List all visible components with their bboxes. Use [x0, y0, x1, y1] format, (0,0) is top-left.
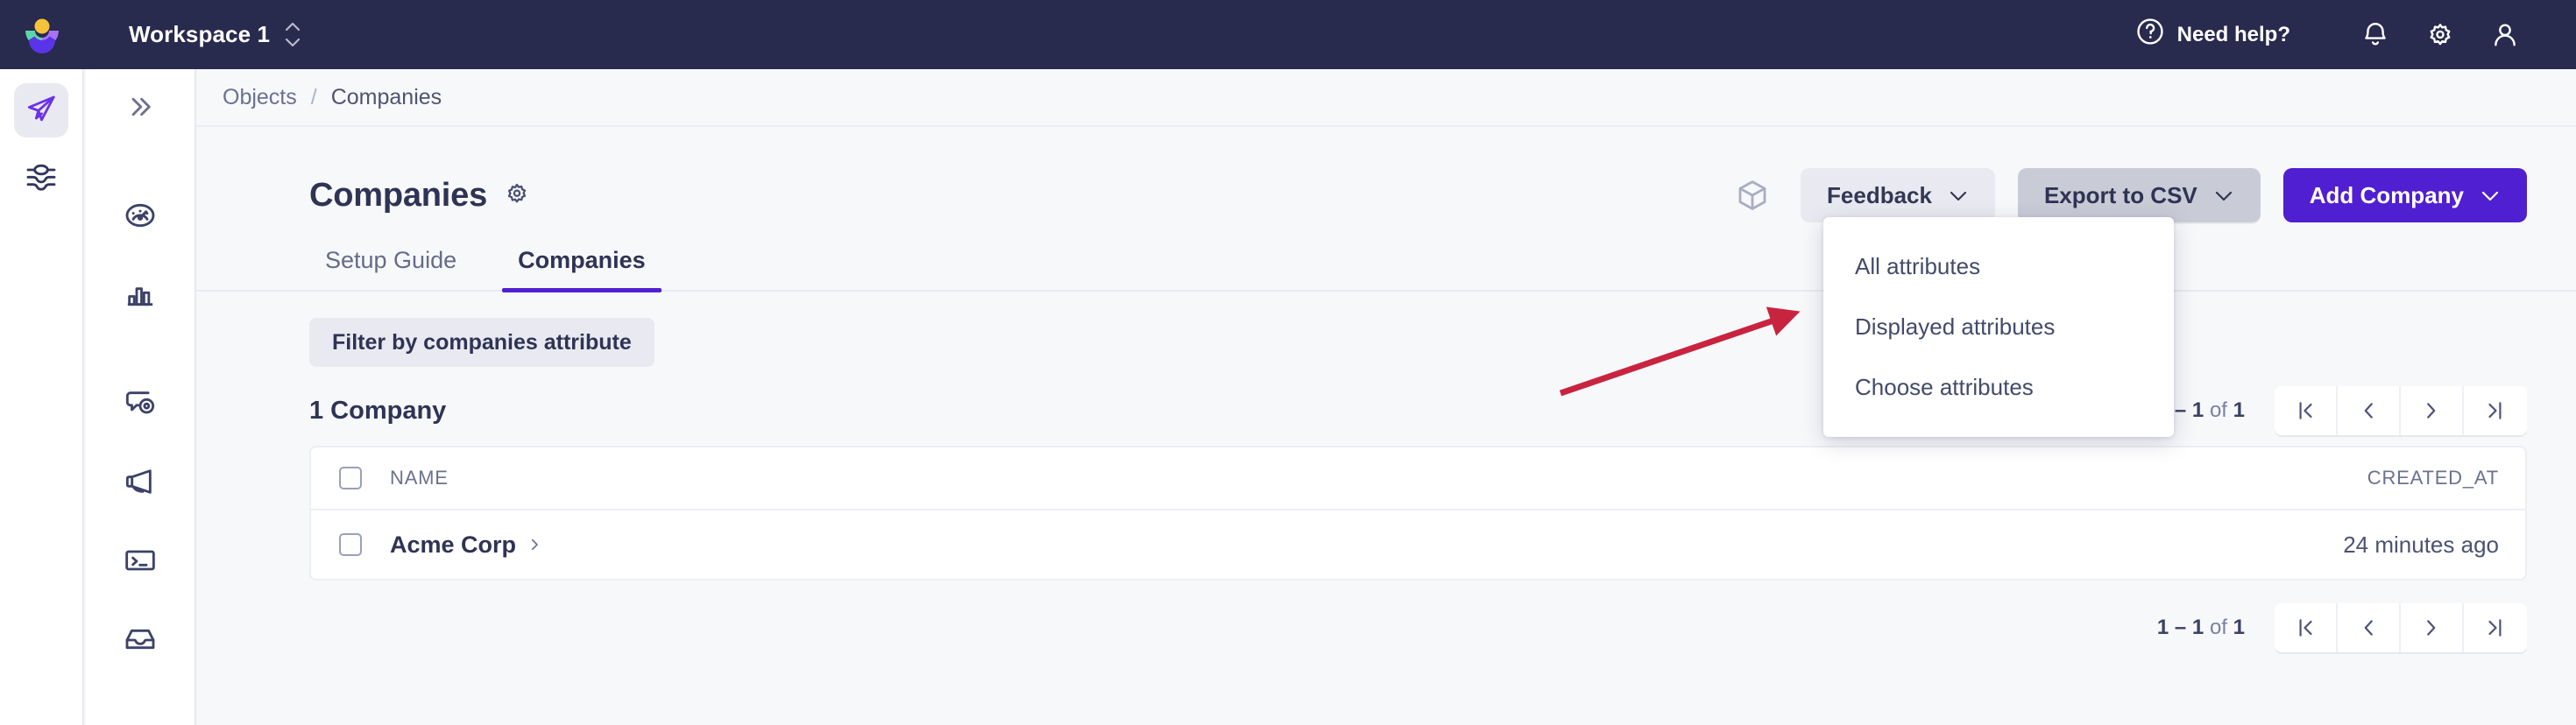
company-name-text: Acme Corp	[390, 531, 517, 558]
sidebar-item-conversations[interactable]	[85, 365, 195, 444]
select-all-checkbox-cell	[311, 467, 390, 489]
chevron-up-down-icon[interactable]	[284, 22, 301, 47]
tab-setup-guide[interactable]: Setup Guide	[309, 247, 472, 290]
menu-item-all-attributes[interactable]: All attributes	[1823, 236, 2174, 297]
page-info-bottom: 1 – 1 of 1	[2157, 616, 2245, 640]
menu-item-choose-attributes[interactable]: Choose attributes	[1823, 357, 2174, 418]
app-root: Workspace 1 Need help? Objects / Compani…	[0, 0, 2576, 725]
pagination-bottom	[2275, 603, 2527, 652]
select-all-checkbox[interactable]	[339, 467, 362, 489]
cell-company-name[interactable]: Acme Corp	[390, 531, 2157, 559]
question-circle-icon	[2135, 17, 2165, 53]
next-page-icon[interactable]	[2401, 603, 2464, 652]
tab-bar: Setup Guide Companies	[196, 225, 2576, 292]
need-help-label: Need help?	[2176, 22, 2290, 46]
secondary-sidebar	[86, 69, 196, 725]
companies-table: NAME CREATED_AT Acme Corp 24 minutes ago	[309, 446, 2527, 581]
tab-companies[interactable]: Companies	[502, 247, 662, 292]
export-to-csv-button[interactable]: Export to CSV	[2017, 168, 2261, 222]
filter-by-companies-attribute-button[interactable]: Filter by companies attribute	[309, 318, 655, 367]
main-content: Objects / Companies Companies Feedback E…	[196, 69, 2576, 725]
prev-page-icon[interactable]	[2338, 386, 2401, 435]
table-row[interactable]: Acme Corp 24 minutes ago	[311, 510, 2525, 579]
bar-chart-icon	[123, 277, 158, 316]
page-info-of: of	[2209, 398, 2227, 422]
user-icon[interactable]	[2473, 9, 2537, 61]
first-page-icon[interactable]	[2275, 603, 2338, 652]
page-header: Companies Feedback Export to CSV Add Com…	[196, 127, 2576, 225]
breadcrumb-current: Companies	[330, 84, 442, 109]
next-page-icon[interactable]	[2401, 386, 2464, 435]
add-company-button[interactable]: Add Company	[2282, 168, 2527, 222]
sidebar-expand-button[interactable]	[85, 69, 195, 148]
terminal-icon	[123, 543, 158, 582]
gear-icon[interactable]	[2408, 9, 2473, 61]
inbox-icon	[123, 622, 158, 661]
topbar-actions: Need help?	[2135, 9, 2576, 61]
first-page-icon[interactable]	[2275, 386, 2338, 435]
breadcrumb-root[interactable]: Objects	[223, 85, 297, 110]
feedback-button[interactable]: Feedback	[1801, 168, 1995, 222]
last-page-icon[interactable]	[2464, 386, 2527, 435]
send-icon	[24, 91, 59, 130]
chevron-right-icon[interactable]	[527, 537, 542, 553]
pagination-bottom-wrap: 1 – 1 of 1	[196, 581, 2576, 652]
primary-sidebar	[0, 69, 84, 725]
page-info-range-bottom: 1 – 1	[2156, 616, 2204, 639]
record-count: 1 Company	[309, 396, 447, 425]
cell-created-at: 24 minutes ago	[2343, 531, 2499, 558]
export-label: Export to CSV	[2043, 181, 2197, 208]
column-header-name[interactable]: NAME	[390, 467, 2157, 489]
table-header-row: NAME CREATED_AT	[311, 447, 2525, 510]
list-toolbar: 1 Company 1 – 1 of 1	[196, 367, 2576, 435]
menu-item-displayed-attributes[interactable]: Displayed attributes	[1823, 297, 2174, 357]
page-info-total: 1	[2233, 398, 2245, 422]
chevron-down-icon	[1948, 182, 1969, 209]
logo-wrap	[0, 17, 84, 53]
row-checkbox-cell	[311, 533, 390, 556]
sidebar-item-layers[interactable]	[14, 151, 68, 206]
bell-icon[interactable]	[2343, 9, 2408, 61]
gear-icon[interactable]	[503, 181, 531, 209]
workspace-name[interactable]: Workspace 1	[129, 21, 270, 48]
sidebar-item-campaigns[interactable]	[85, 444, 195, 523]
need-help-button[interactable]: Need help?	[2135, 17, 2290, 53]
chevron-down-icon	[2480, 182, 2501, 209]
chevrons-right-icon	[124, 90, 157, 128]
last-page-icon[interactable]	[2464, 603, 2527, 652]
prev-page-icon[interactable]	[2338, 603, 2401, 652]
feedback-label: Feedback	[1827, 181, 1932, 208]
row-checkbox[interactable]	[339, 533, 362, 556]
chat-eye-icon	[123, 385, 158, 425]
megaphone-icon	[123, 464, 158, 503]
sidebar-item-inbox[interactable]	[85, 602, 195, 680]
page-info-of-bottom: of	[2209, 616, 2227, 639]
breadcrumb-separator: /	[310, 84, 317, 109]
chevron-down-icon	[2213, 182, 2234, 209]
sidebar-item-analytics[interactable]	[85, 257, 195, 335]
table-body: Acme Corp 24 minutes ago	[311, 510, 2525, 579]
breadcrumb: Objects / Companies	[196, 69, 2576, 127]
page-title: Companies	[309, 176, 488, 214]
header-actions: Feedback Export to CSV Add Company	[1734, 168, 2527, 222]
top-bar: Workspace 1 Need help?	[0, 0, 2576, 69]
cube-icon[interactable]	[1734, 177, 1771, 214]
column-header-created-at[interactable]: CREATED_AT	[2157, 467, 2525, 489]
add-company-label: Add Company	[2309, 181, 2464, 208]
export-dropdown-menu: All attributes Displayed attributes Choo…	[1823, 217, 2174, 437]
page-info-total-bottom: 1	[2233, 616, 2245, 639]
sidebar-item-console[interactable]	[85, 523, 195, 602]
pagination-top	[2275, 386, 2527, 435]
sidebar-item-send[interactable]	[14, 83, 68, 137]
filter-row: Filter by companies attribute	[196, 292, 2576, 367]
gauge-icon	[123, 198, 158, 237]
sidebar-item-dashboard[interactable]	[85, 178, 195, 257]
twenty-logo	[23, 17, 61, 53]
layers-icon	[24, 159, 59, 199]
